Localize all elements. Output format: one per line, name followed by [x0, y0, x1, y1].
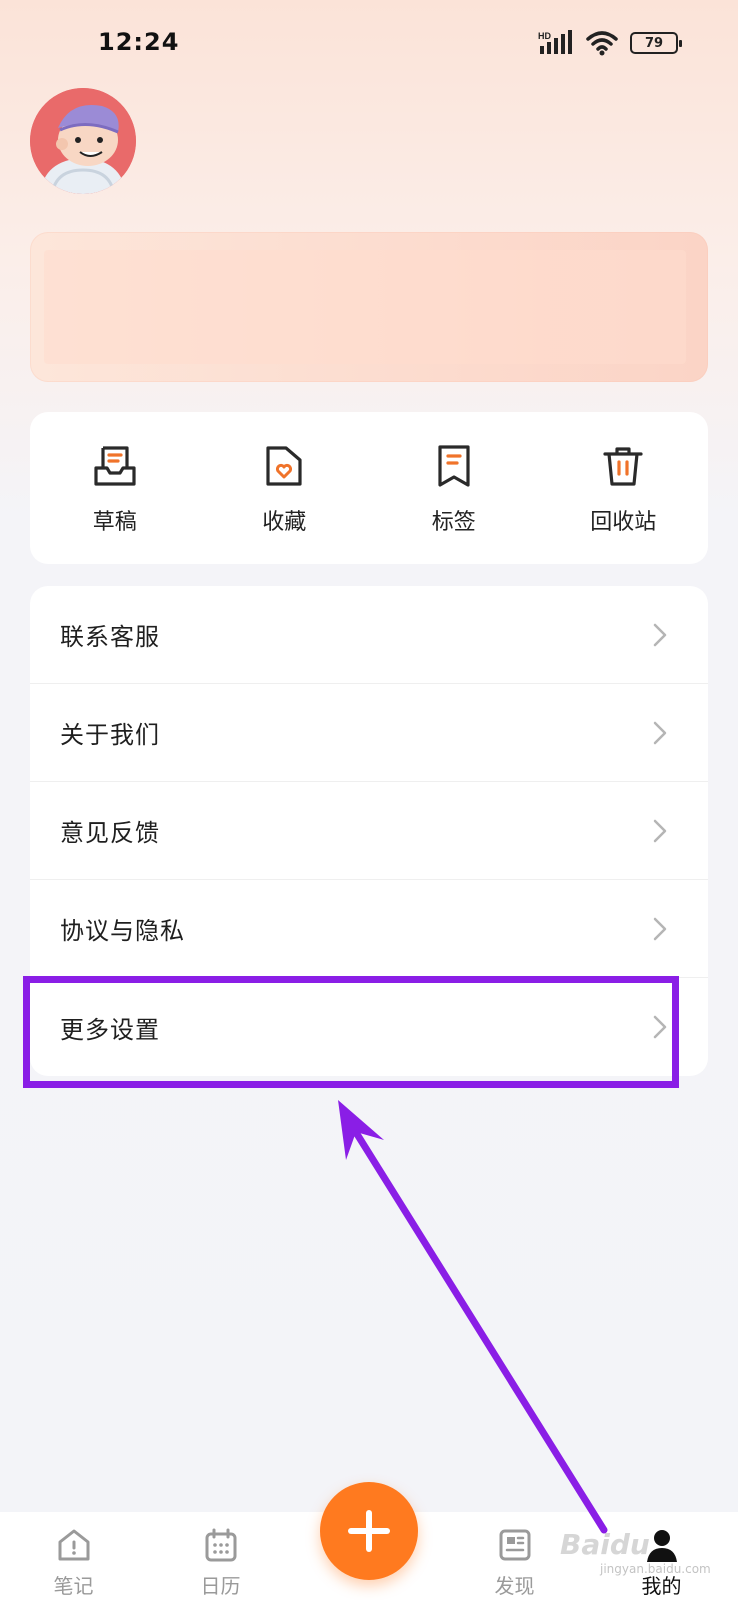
quick-action-tags[interactable]: 标签 [369, 412, 539, 564]
watermark-url: jingyan.baidu.com [600, 1562, 711, 1576]
avatar[interactable] [30, 88, 136, 194]
quick-actions-card: 草稿 收藏 标签 回收站 [30, 412, 708, 564]
nav-label: 日历 [200, 1574, 241, 1598]
quick-action-favorites[interactable]: 收藏 [200, 412, 370, 564]
plus-icon [348, 1510, 390, 1552]
quick-action-label: 草稿 [92, 510, 137, 535]
menu-item-agreement-privacy[interactable]: 协议与隐私 [30, 880, 708, 978]
menu-item-feedback[interactable]: 意见反馈 [30, 782, 708, 880]
home-icon [58, 1529, 89, 1561]
menu-item-label: 协议与隐私 [60, 917, 185, 945]
wifi-icon [586, 31, 618, 56]
trash-icon [603, 447, 643, 486]
status-bar: 12:24 HD 79 [0, 0, 738, 90]
promo-banner[interactable] [30, 232, 708, 382]
chevron-right-icon [653, 917, 667, 940]
battery-icon: 79 [630, 32, 682, 54]
menu-item-label: 关于我们 [60, 721, 160, 749]
nav-label: 笔记 [53, 1574, 94, 1598]
status-time: 12:24 [98, 28, 180, 56]
signal-icon: HD [538, 30, 572, 54]
menu-item-label: 更多设置 [60, 1015, 160, 1044]
quick-action-label: 收藏 [262, 510, 307, 535]
menu-item-label: 意见反馈 [60, 819, 160, 847]
chevron-right-icon [653, 721, 667, 744]
bookmark-icon [438, 445, 470, 487]
menu-item-about-us[interactable]: 关于我们 [30, 684, 708, 782]
menu-item-label: 联系客服 [60, 623, 160, 651]
news-icon [499, 1529, 530, 1561]
nav-item-notes[interactable]: 笔记 [0, 1512, 147, 1600]
folder-heart-icon [266, 446, 302, 486]
quick-action-trash[interactable]: 回收站 [539, 412, 709, 564]
draft-tray-icon [94, 446, 136, 486]
calendar-icon [205, 1528, 236, 1562]
quick-action-label: 标签 [431, 510, 476, 535]
settings-menu: 联系客服 关于我们 意见反馈 协议与隐私 更多设置 [30, 586, 708, 1076]
nav-label: 发现 [494, 1574, 535, 1598]
nav-item-calendar[interactable]: 日历 [147, 1512, 294, 1600]
watermark-logo: Baidu [560, 1528, 650, 1561]
battery-level: 79 [644, 35, 664, 51]
chevron-right-icon [653, 819, 667, 842]
menu-item-contact-support[interactable]: 联系客服 [30, 586, 708, 684]
network-type: HD [538, 31, 551, 41]
menu-item-more-settings[interactable]: 更多设置 [30, 978, 708, 1076]
status-icons: HD 79 [538, 30, 682, 56]
chevron-right-icon [653, 1015, 667, 1039]
add-note-button[interactable] [320, 1482, 418, 1580]
quick-action-label: 回收站 [590, 510, 657, 535]
banner-placeholder [44, 250, 686, 364]
chevron-right-icon [653, 623, 667, 646]
quick-action-drafts[interactable]: 草稿 [30, 412, 200, 564]
avatar-cartoon-icon [30, 88, 136, 194]
